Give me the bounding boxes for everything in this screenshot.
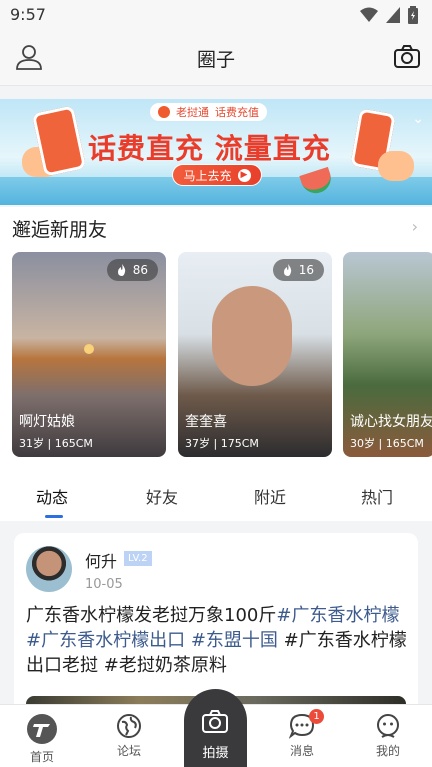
hashtag[interactable]: #广东香水柠檬出口 xyxy=(26,630,185,651)
arrow-right-icon: ▶ xyxy=(237,168,251,182)
tab-dynamics[interactable]: 动态 xyxy=(36,484,68,508)
top-app-bar: 圈子 xyxy=(0,30,432,86)
flame-icon xyxy=(117,264,125,276)
banner-brand-badge: 老挝通 话费充值 xyxy=(150,103,267,121)
banner-headline: 话费直充 流量直充 xyxy=(88,132,331,165)
heat-count: 16 xyxy=(298,263,314,277)
friend-card[interactable]: 诚心找女朋友 30岁 | 165CM xyxy=(343,252,432,457)
heat-count: 86 xyxy=(132,263,148,277)
brand-logo-icon xyxy=(158,106,170,118)
friend-name: 诚心找女朋友 xyxy=(350,414,432,430)
feed-tabs: 动态 好友 附近 热门 xyxy=(0,465,432,521)
nav-forum[interactable]: 论坛 xyxy=(99,713,159,759)
friend-card[interactable]: 86 啊灯姑娘 31岁 | 165CM xyxy=(12,252,166,457)
meet-new-friends-header[interactable]: 邂逅新朋友 › xyxy=(0,207,432,245)
globe-icon xyxy=(117,714,141,738)
promo-banner[interactable]: 老挝通 话费充值 话费直充 流量直充 马上去充 ▶ ⌄ xyxy=(0,99,432,205)
flame-icon xyxy=(283,264,291,276)
nav-home[interactable]: 首页 xyxy=(12,713,72,765)
page-title: 圈子 xyxy=(196,49,235,71)
friend-height: 165CM xyxy=(54,437,93,450)
friend-meta: 31岁 | 165CM xyxy=(19,437,93,450)
chevron-right-icon[interactable]: › xyxy=(412,217,418,236)
tab-friends[interactable]: 好友 xyxy=(146,484,178,508)
level-badge: LV.2 xyxy=(124,551,152,566)
home-logo-icon xyxy=(27,714,57,744)
heat-badge: 86 xyxy=(106,259,158,281)
nav-mine[interactable]: 我的 xyxy=(358,713,418,759)
nav-messages-label: 消息 xyxy=(289,744,314,758)
bottom-navigation: 首页 论坛 拍摄 1 消息 我的 xyxy=(0,689,432,767)
banner-tag: 话费充值 xyxy=(215,106,259,119)
friend-name: 奎奎喜 xyxy=(185,414,227,430)
friend-age: 31岁 xyxy=(19,437,44,450)
friend-age: 37岁 xyxy=(185,437,210,450)
sunset-decoration xyxy=(84,344,94,354)
banner-cta-button[interactable]: 马上去充 ▶ xyxy=(172,164,262,186)
friend-meta: 30岁 | 165CM xyxy=(350,437,424,450)
wifi-icon xyxy=(360,7,378,22)
signal-icon xyxy=(386,7,400,23)
friend-height: 175CM xyxy=(220,437,259,450)
post-body: 广东香水柠檬发老挝万象100斤 xyxy=(26,605,277,626)
feed: 何升 LV.2 10-05 广东香水柠檬发老挝万象100斤#广东香水柠檬 #广东… xyxy=(0,521,432,736)
post-author[interactable]: 何升 xyxy=(85,548,117,572)
nav-messages[interactable]: 1 消息 xyxy=(272,709,332,759)
nav-home-label: 首页 xyxy=(29,750,54,764)
tab-nearby[interactable]: 附近 xyxy=(254,484,286,508)
nav-shoot[interactable]: 拍摄 xyxy=(184,689,247,767)
nav-shoot-label: 拍摄 xyxy=(202,746,229,761)
camera-icon[interactable] xyxy=(392,42,422,72)
chevron-down-icon[interactable]: ⌄ xyxy=(412,111,424,127)
friend-name: 啊灯姑娘 xyxy=(19,414,75,430)
friend-photo xyxy=(212,286,292,386)
section-title: 邂逅新朋友 xyxy=(12,219,108,241)
nav-forum-label: 论坛 xyxy=(116,744,141,758)
friend-meta: 37岁 | 175CM xyxy=(185,437,259,450)
friend-card[interactable]: 16 奎奎喜 37岁 | 175CM xyxy=(178,252,332,457)
heat-badge: 16 xyxy=(272,259,324,281)
camera-icon xyxy=(202,710,228,733)
friend-height: 165CM xyxy=(385,437,424,450)
status-bar: 9:57 xyxy=(0,0,432,30)
banner-hand-right xyxy=(378,151,414,181)
hashtag[interactable]: #老挝奶茶原料 xyxy=(104,655,227,676)
battery-icon xyxy=(408,6,418,24)
tab-popular[interactable]: 热门 xyxy=(361,484,393,508)
banner-brand: 老挝通 xyxy=(176,106,209,119)
avatar[interactable] xyxy=(26,546,72,592)
post-date: 10-05 xyxy=(85,577,123,592)
active-tab-indicator xyxy=(45,515,63,518)
status-icons xyxy=(360,6,418,24)
nav-mine-label: 我的 xyxy=(375,744,400,758)
unread-badge: 1 xyxy=(309,709,324,724)
profile-face-icon xyxy=(377,714,399,738)
post-text[interactable]: 广东香水柠檬发老挝万象100斤#广东香水柠檬 #广东香水柠檬出口 #东盟十国 #… xyxy=(26,603,410,678)
friend-cards-carousel[interactable]: 86 啊灯姑娘 31岁 | 165CM 16 奎奎喜 37岁 | 175CM 诚… xyxy=(0,245,432,465)
banner-cta-label: 马上去充 xyxy=(183,168,232,183)
friend-age: 30岁 xyxy=(350,437,375,450)
hashtag[interactable]: #广东香水柠檬 xyxy=(276,605,399,626)
status-time: 9:57 xyxy=(10,5,46,24)
hashtag[interactable]: #东盟十国 xyxy=(191,630,278,651)
